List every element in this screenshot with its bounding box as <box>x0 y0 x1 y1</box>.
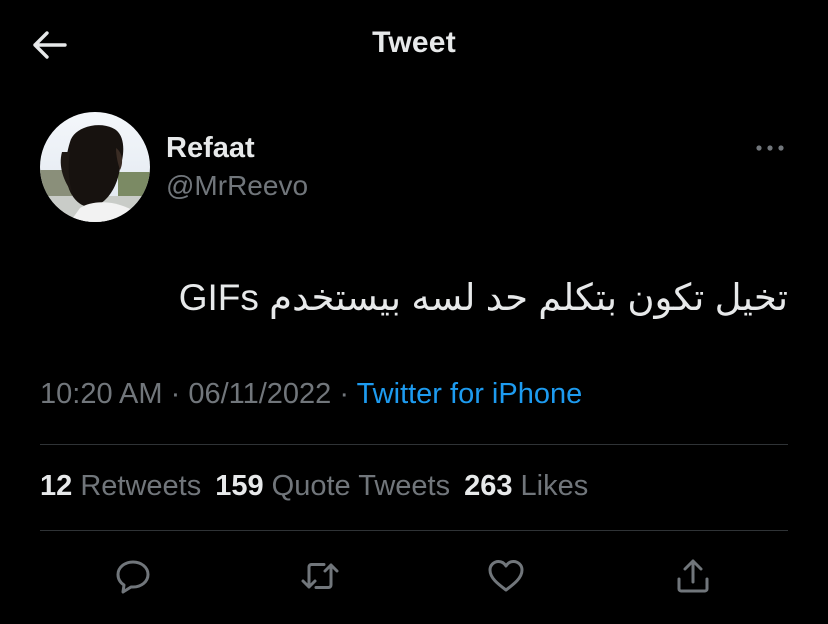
retweets-stat[interactable]: 12 Retweets <box>40 470 201 502</box>
retweet-icon <box>301 563 339 589</box>
quote-tweets-stat[interactable]: 159 Quote Tweets <box>215 470 450 502</box>
quote-tweets-count: 159 <box>215 470 264 502</box>
like-icon <box>488 560 524 592</box>
tweet-metadata: 10:20 AM · 06/11/2022 · Twitter for iPho… <box>40 378 582 411</box>
reply-icon <box>116 560 150 594</box>
divider <box>40 530 788 531</box>
share-button[interactable] <box>665 548 721 604</box>
tweet-actions <box>40 548 788 604</box>
more-options-button[interactable] <box>752 134 788 162</box>
share-icon <box>677 559 709 593</box>
quote-tweets-label: Quote Tweets <box>271 470 451 502</box>
divider <box>40 444 788 445</box>
avatar[interactable] <box>40 112 150 222</box>
likes-count: 263 <box>464 470 513 502</box>
retweets-label: Retweets <box>80 470 202 502</box>
tweet-time: 10:20 AM <box>40 378 163 410</box>
user-handle[interactable]: @MrReevo <box>166 170 308 202</box>
tweet-date: 06/11/2022 <box>188 378 332 410</box>
tweet-author: Refaat @MrReevo <box>40 112 788 224</box>
meta-separator: · <box>162 378 189 410</box>
tweet-stats: 12 Retweets 159 Quote Tweets 263 Likes <box>40 470 602 503</box>
meta-separator: · <box>331 378 357 410</box>
page-title: Tweet <box>372 26 456 59</box>
retweets-count: 12 <box>40 470 73 502</box>
profile-photo <box>40 112 150 222</box>
retweet-button[interactable] <box>292 548 348 604</box>
like-button[interactable] <box>478 548 534 604</box>
tweet-source-link[interactable]: Twitter for iPhone <box>357 378 583 410</box>
likes-label: Likes <box>520 470 589 502</box>
top-bar: Tweet <box>0 0 828 90</box>
reply-button[interactable] <box>105 548 161 604</box>
likes-stat[interactable]: 263 Likes <box>464 470 588 502</box>
display-name[interactable]: Refaat <box>166 132 255 165</box>
more-horizontal-icon <box>756 145 784 151</box>
tweet-text: تخيل تكون بتكلم حد لسه بيستخدم GIFs <box>178 277 788 318</box>
